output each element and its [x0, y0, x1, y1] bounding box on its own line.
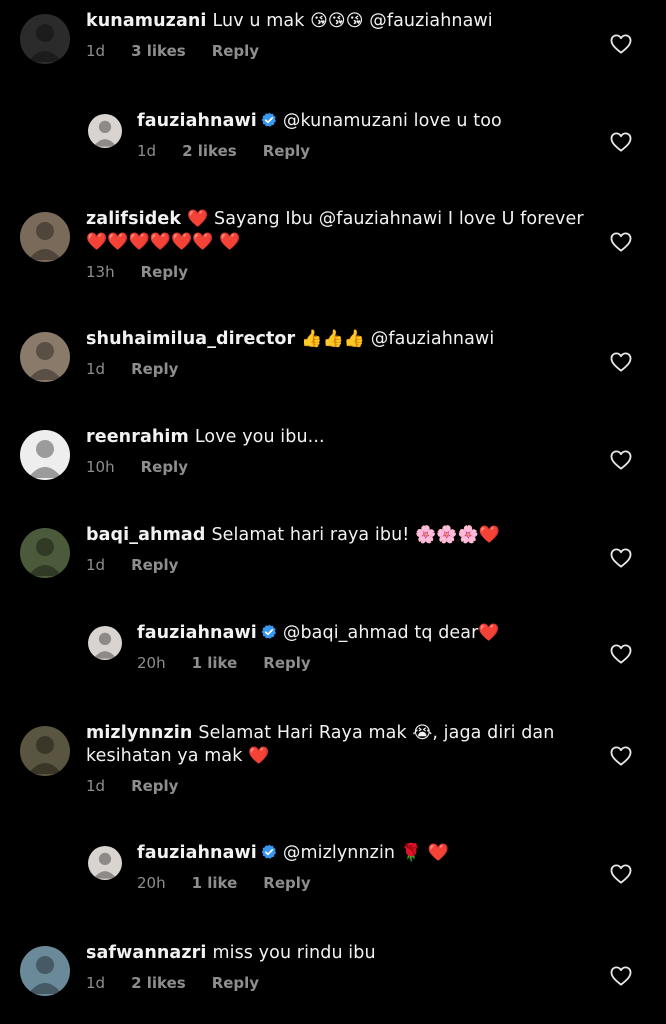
avatar[interactable]	[20, 946, 70, 996]
reply-button[interactable]: Reply	[263, 142, 310, 160]
comment-text-line: mizlynnzin Selamat Hari Raya mak 😭, jaga …	[86, 722, 590, 768]
timestamp: 1d	[86, 556, 106, 574]
heart-outline-icon[interactable]	[610, 548, 632, 568]
avatar-image	[93, 632, 117, 659]
avatar-image	[28, 736, 62, 774]
timestamp: 1d	[137, 142, 157, 160]
comment-meta: 20h 1 like Reply	[137, 874, 590, 892]
timestamp: 20h	[137, 654, 166, 672]
reply-button[interactable]: Reply	[212, 42, 259, 60]
avatar[interactable]	[88, 846, 122, 880]
verified-badge-icon	[261, 112, 277, 128]
comment-text-line: fauziahnawi @kunamuzani love u too	[137, 110, 590, 133]
verified-badge-icon	[261, 624, 277, 640]
username-link[interactable]: fauziahnawi	[137, 111, 257, 131]
comment-meta: 1d Reply	[86, 556, 590, 574]
comment-text-line: reenrahim Love you ibu...	[86, 426, 590, 449]
comment-text-line: safwannazri miss you rindu ibu	[86, 942, 590, 965]
avatar-image	[93, 852, 117, 879]
reply-button[interactable]: Reply	[131, 777, 178, 795]
reply-button[interactable]: Reply	[141, 458, 188, 476]
heart-outline-icon[interactable]	[610, 450, 632, 470]
heart-outline-icon[interactable]	[610, 352, 632, 372]
reply-button[interactable]: Reply	[263, 654, 310, 672]
comment-message: miss you rindu ibu	[212, 943, 376, 963]
comment-meta: 1d 2 likes Reply	[137, 142, 590, 160]
comment-meta: 1d 2 likes Reply	[86, 974, 590, 992]
avatar-image	[28, 222, 62, 260]
comment-meta: 1d 3 likes Reply	[86, 42, 590, 60]
comment-message: 👍👍👍 @fauziahnawi	[301, 329, 495, 349]
comment-meta: 1d Reply	[86, 777, 590, 795]
likes-count-link[interactable]: 3 likes	[131, 42, 186, 60]
comment-meta: 20h 1 like Reply	[137, 654, 590, 672]
heart-outline-icon[interactable]	[610, 746, 632, 766]
avatar-image	[28, 342, 62, 380]
timestamp: 10h	[86, 458, 115, 476]
comment-meta: 1d Reply	[86, 360, 590, 378]
avatar-image	[28, 440, 62, 478]
reply-button[interactable]: Reply	[131, 556, 178, 574]
username-link[interactable]: kunamuzani	[86, 11, 207, 31]
avatar[interactable]	[88, 114, 122, 148]
timestamp: 20h	[137, 874, 166, 892]
username-link[interactable]: mizlynnzin	[86, 723, 192, 743]
avatar[interactable]	[20, 14, 70, 64]
comment-message: Luv u mak 😘😘😘 @fauziahnawi	[212, 11, 493, 31]
comment-meta: 13h Reply	[86, 263, 590, 281]
likes-count-link[interactable]: 1 like	[192, 874, 238, 892]
comment-text-line: kunamuzani Luv u mak 😘😘😘 @fauziahnawi	[86, 10, 590, 33]
comment-meta: 10h Reply	[86, 458, 590, 476]
timestamp: 1d	[86, 360, 106, 378]
reply-button[interactable]: Reply	[141, 263, 188, 281]
comment-message: Love you ibu...	[194, 427, 325, 447]
username-link[interactable]: zalifsidek	[86, 209, 181, 229]
heart-outline-icon[interactable]	[610, 132, 632, 152]
verified-badge-icon	[261, 844, 277, 860]
username-link[interactable]: baqi_ahmad	[86, 525, 205, 545]
avatar[interactable]	[20, 528, 70, 578]
comment-message: @kunamuzani love u too	[282, 111, 502, 131]
heart-outline-icon[interactable]	[610, 864, 632, 884]
avatar-image	[28, 24, 62, 62]
timestamp: 1d	[86, 777, 106, 795]
timestamp: 13h	[86, 263, 115, 281]
username-link[interactable]: fauziahnawi	[137, 843, 257, 863]
avatar-image	[28, 956, 62, 994]
likes-count-link[interactable]: 1 like	[192, 654, 238, 672]
avatar-image	[28, 538, 62, 576]
heart-outline-icon[interactable]	[610, 644, 632, 664]
reply-button[interactable]: Reply	[212, 974, 259, 992]
avatar[interactable]	[20, 726, 70, 776]
reply-button[interactable]: Reply	[131, 360, 178, 378]
avatar[interactable]	[88, 626, 122, 660]
username-link[interactable]: safwannazri	[86, 943, 206, 963]
avatar-image	[93, 120, 117, 147]
avatar[interactable]	[20, 332, 70, 382]
timestamp: 1d	[86, 42, 106, 60]
comment-text-line: fauziahnawi @baqi_ahmad tq dear❤️	[137, 622, 590, 645]
heart-outline-icon[interactable]	[610, 966, 632, 986]
comment-message: Selamat hari raya ibu! 🌸🌸🌸❤️	[211, 525, 501, 545]
heart-outline-icon[interactable]	[610, 232, 632, 252]
comment-message: @mizlynnzin 🌹 ❤️	[282, 843, 450, 863]
avatar[interactable]	[20, 212, 70, 262]
likes-count-link[interactable]: 2 likes	[131, 974, 186, 992]
username-link[interactable]: reenrahim	[86, 427, 189, 447]
reply-button[interactable]: Reply	[263, 874, 310, 892]
comment-text-line: shuhaimilua_director 👍👍👍 @fauziahnawi	[86, 328, 590, 351]
avatar[interactable]	[20, 430, 70, 480]
comment-text-line: baqi_ahmad Selamat hari raya ibu! 🌸🌸🌸❤️	[86, 524, 590, 547]
comment-text-line: zalifsidek ❤️ Sayang Ibu @fauziahnawi I l…	[86, 208, 590, 254]
timestamp: 1d	[86, 974, 106, 992]
likes-count-link[interactable]: 2 likes	[182, 142, 237, 160]
username-link[interactable]: fauziahnawi	[137, 623, 257, 643]
comment-text-line: fauziahnawi @mizlynnzin 🌹 ❤️	[137, 842, 590, 865]
comment-message: @baqi_ahmad tq dear❤️	[282, 623, 500, 643]
username-link[interactable]: shuhaimilua_director	[86, 329, 295, 349]
heart-outline-icon[interactable]	[610, 34, 632, 54]
comments-list: kunamuzani Luv u mak 😘😘😘 @fauziahnawi 1d 3 …	[0, 0, 666, 1024]
